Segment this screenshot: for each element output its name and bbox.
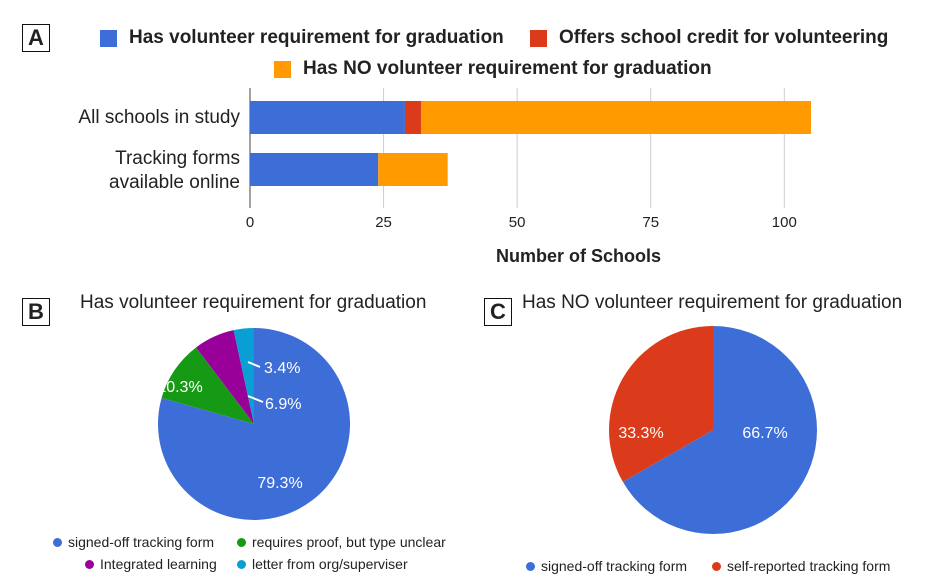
- legend-item-self-reported: self-reported tracking form: [712, 558, 890, 574]
- bar-segment: [404, 101, 421, 134]
- slice-label: 6.9%: [265, 396, 301, 413]
- legend-item-requires-proof: requires proof, but type unclear: [237, 534, 446, 550]
- bar-segment: [250, 153, 379, 186]
- legend-item-signed-off-b: signed-off tracking form: [53, 534, 214, 550]
- legend-item-signed-off-c: signed-off tracking form: [526, 558, 687, 574]
- legend-label: signed-off tracking form: [68, 534, 215, 550]
- slice-label: 66.7%: [742, 425, 787, 442]
- x-axis-label: Number of Schools: [496, 246, 662, 266]
- bar-segment: [378, 153, 448, 186]
- x-tick-label: 0: [245, 214, 255, 231]
- legend-label: letter from org/superviser: [252, 556, 408, 572]
- panel-label-b: B: [22, 298, 50, 326]
- pie-chart-c: 66.7% 33.3%: [609, 326, 817, 534]
- pie-chart-b: 79.3% 10.3% 6.9% 3.4%: [157, 328, 350, 520]
- bar-segment: [420, 101, 812, 134]
- legend-dot-red: [712, 561, 721, 571]
- legend-dot-cyan: [237, 559, 246, 569]
- slice-label: 33.3%: [618, 425, 663, 442]
- bar-segment: [250, 101, 405, 134]
- panel-label-c: C: [484, 298, 512, 326]
- legend-dot-blue: [526, 561, 535, 571]
- legend-item-integrated-learning: Integrated learning: [85, 556, 217, 572]
- legend-dot-green: [237, 537, 246, 547]
- legend-item-letter: letter from org/superviser: [237, 556, 408, 572]
- legend-dot-purple: [85, 559, 94, 569]
- x-tick-label: 25: [375, 214, 392, 231]
- legend-label: Integrated learning: [100, 556, 217, 572]
- bar-chart: [249, 88, 812, 208]
- legend-label: signed-off tracking form: [541, 558, 688, 574]
- slice-label: 3.4%: [264, 360, 300, 377]
- legend-dot-blue: [53, 537, 62, 547]
- slice-label: 79.3%: [257, 475, 302, 492]
- legend-label: self-reported tracking form: [727, 558, 891, 574]
- x-tick-label: 100: [771, 214, 797, 231]
- legend-label: requires proof, but type unclear: [252, 534, 446, 550]
- x-tick-label: 75: [642, 214, 660, 231]
- x-tick-label: 50: [508, 214, 526, 231]
- slice-label: 10.3%: [157, 379, 202, 396]
